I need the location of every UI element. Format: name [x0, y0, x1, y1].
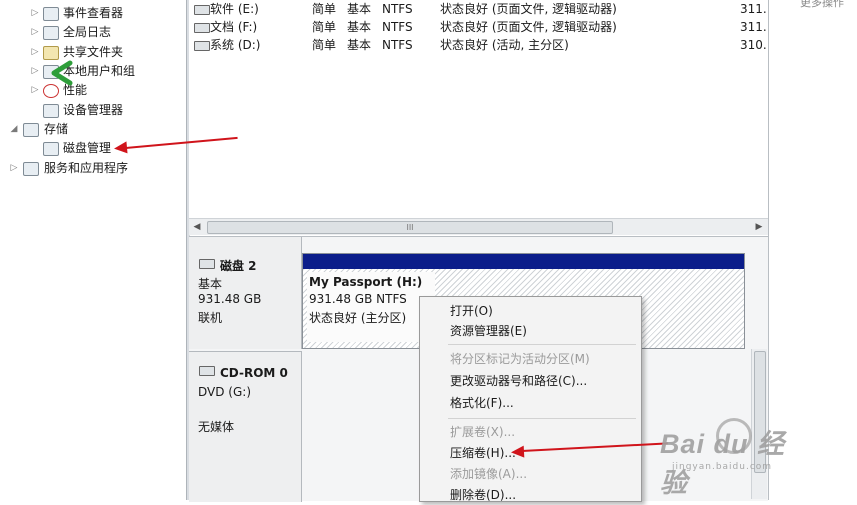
- menu-item-add-mirror: 添加镜像(A)...: [450, 467, 528, 481]
- partition-header-bar: [303, 254, 744, 269]
- tree-item-performance[interactable]: ▷ 性能: [0, 81, 186, 99]
- watermark-main: Bai du 经验: [660, 429, 786, 498]
- disk2-label[interactable]: 磁盘 2 基本 931.48 GB 联机: [189, 237, 302, 349]
- partition-info: My Passport (H:) 931.48 GB NTFS 状态良好 (主分…: [307, 272, 435, 342]
- menu-item-change-drive-letter[interactable]: 更改驱动器号和路径(C)...: [450, 371, 587, 391]
- tree-item-services-apps[interactable]: ▷ 服务和应用程序: [0, 159, 186, 177]
- volume-layout: 简单: [312, 2, 337, 16]
- drive-icon: [194, 41, 210, 51]
- drive-icon: [194, 5, 210, 15]
- expand-arrow-icon[interactable]: ▷: [30, 43, 40, 61]
- log-icon: [43, 26, 59, 40]
- menu-separator: [448, 344, 636, 345]
- context-menu: 打开(O) 资源管理器(E) 将分区标记为活动分区(M) 更改驱动器号和路径(C…: [419, 296, 642, 502]
- tree-item-global-logs[interactable]: ▷ 全局日志: [0, 23, 186, 41]
- volume-type: 基本: [347, 2, 372, 16]
- tree-item-local-users[interactable]: ▷ 本地用户和组: [0, 62, 186, 80]
- volume-status: 状态良好 (活动, 主分区): [440, 38, 569, 52]
- tree-item-label: 全局日志: [63, 25, 112, 39]
- volume-capacity: 311.: [740, 2, 767, 16]
- scrollbar-thumb[interactable]: III: [207, 221, 613, 234]
- partition-status: 状态良好 (主分区): [309, 311, 407, 325]
- menu-item-format[interactable]: 格式化(F)...: [450, 393, 514, 413]
- volume-type: 基本: [347, 38, 372, 52]
- volume-row[interactable]: 系统 (D:) 简单 基本 NTFS 状态良好 (活动, 主分区) 310.: [189, 36, 768, 54]
- volume-fs: NTFS: [382, 38, 413, 52]
- cdrom0-label[interactable]: CD-ROM 0 DVD (G:) 无媒体: [189, 351, 302, 502]
- scroll-right-icon[interactable]: ▶: [751, 219, 767, 235]
- disk-size: 931.48 GB: [198, 292, 262, 306]
- disk-management-icon: [43, 142, 59, 156]
- cdrom-media: 无媒体: [198, 420, 235, 434]
- more-actions-text[interactable]: 更多操作: [800, 0, 844, 10]
- volume-list: 软件 (E:) 简单 基本 NTFS 状态良好 (页面文件, 逻辑驱动器) 31…: [189, 0, 768, 218]
- menu-item-mark-active: 将分区标记为活动分区(M): [450, 352, 590, 366]
- shared-folder-icon: [43, 46, 59, 60]
- tree-item-label: 磁盘管理: [63, 141, 112, 155]
- expand-arrow-icon[interactable]: ▷: [9, 159, 19, 177]
- services-icon: [23, 162, 39, 176]
- menu-item-delete-volume[interactable]: 删除卷(D)...: [450, 485, 516, 505]
- disk-icon: [199, 259, 215, 269]
- horizontal-scrollbar[interactable]: ◀ III ▶: [189, 218, 768, 235]
- tree-item-label: 设备管理器: [63, 103, 124, 117]
- green-cursor-icon: [51, 60, 73, 86]
- tree-item-label: 存储: [44, 122, 69, 136]
- menu-item-explorer[interactable]: 资源管理器(E): [450, 321, 527, 341]
- volume-layout: 简单: [312, 38, 337, 52]
- menu-item-open[interactable]: 打开(O): [450, 301, 493, 321]
- volume-name: 软件 (E:): [210, 2, 259, 16]
- volume-row[interactable]: 文档 (F:) 简单 基本 NTFS 状态良好 (页面文件, 逻辑驱动器) 31…: [189, 18, 768, 36]
- cdrom-name: CD-ROM 0: [220, 366, 288, 380]
- volume-layout: 简单: [312, 20, 337, 34]
- expand-arrow-icon[interactable]: ▷: [30, 4, 40, 22]
- volume-status: 状态良好 (页面文件, 逻辑驱动器): [440, 2, 617, 16]
- tree-item-storage[interactable]: ◢ 存储: [0, 120, 186, 138]
- expand-arrow-icon[interactable]: ▷: [30, 81, 40, 99]
- device-manager-icon: [43, 104, 59, 118]
- tree-item-label: 事件查看器: [63, 6, 124, 20]
- tree-item-device-manager[interactable]: 设备管理器: [0, 101, 186, 119]
- tree-item-event-viewer[interactable]: ▷ 事件查看器: [0, 4, 186, 22]
- menu-separator: [448, 418, 636, 419]
- tree-item-label: 共享文件夹: [63, 45, 124, 59]
- disk-name: 磁盘 2: [220, 259, 257, 273]
- navigation-tree: ▷ 事件查看器 ▷ 全局日志 ▷ 共享文件夹 ▷ 本地用户和组 ▷ 性能 设备管…: [0, 0, 186, 500]
- collapse-arrow-icon[interactable]: ◢: [9, 120, 19, 138]
- volume-capacity: 311.: [740, 20, 767, 34]
- volume-row[interactable]: 软件 (E:) 简单 基本 NTFS 状态良好 (页面文件, 逻辑驱动器) 31…: [189, 0, 768, 18]
- scroll-left-icon[interactable]: ◀: [189, 219, 205, 235]
- expand-arrow-icon[interactable]: ▷: [30, 62, 40, 80]
- volume-fs: NTFS: [382, 20, 413, 34]
- partition-name: My Passport (H:): [309, 275, 423, 289]
- drive-icon: [194, 23, 210, 33]
- annotation-arrow-icon: [510, 445, 525, 459]
- disk-type: 基本: [198, 277, 223, 291]
- performance-icon: [43, 84, 59, 98]
- cdrom-icon: [199, 366, 215, 376]
- disk-state: 联机: [198, 311, 223, 325]
- volume-name: 系统 (D:): [210, 38, 261, 52]
- menu-item-shrink-volume[interactable]: 压缩卷(H)...: [450, 443, 516, 463]
- grip-icon: III: [406, 223, 414, 232]
- tree-item-shared-folders[interactable]: ▷ 共享文件夹: [0, 43, 186, 61]
- watermark-url: jingyan.baidu.com: [672, 462, 773, 472]
- annotation-arrow-icon: [113, 141, 128, 155]
- volume-status: 状态良好 (页面文件, 逻辑驱动器): [440, 20, 617, 34]
- cdrom-drive: DVD (G:): [198, 385, 251, 399]
- partition-size-fs: 931.48 GB NTFS: [309, 292, 407, 306]
- volume-fs: NTFS: [382, 2, 413, 16]
- menu-item-extend-volume: 扩展卷(X)...: [450, 425, 516, 439]
- storage-icon: [23, 123, 39, 137]
- event-viewer-icon: [43, 7, 59, 21]
- volume-capacity: 310.: [740, 38, 767, 52]
- volume-type: 基本: [347, 20, 372, 34]
- expand-arrow-icon[interactable]: ▷: [30, 23, 40, 41]
- baidu-watermark: Bai du 经验 jingyan.baidu.com: [636, 418, 806, 498]
- volume-name: 文档 (F:): [210, 20, 258, 34]
- tree-item-label: 服务和应用程序: [44, 161, 129, 175]
- tree-item-disk-management[interactable]: 磁盘管理: [0, 139, 186, 157]
